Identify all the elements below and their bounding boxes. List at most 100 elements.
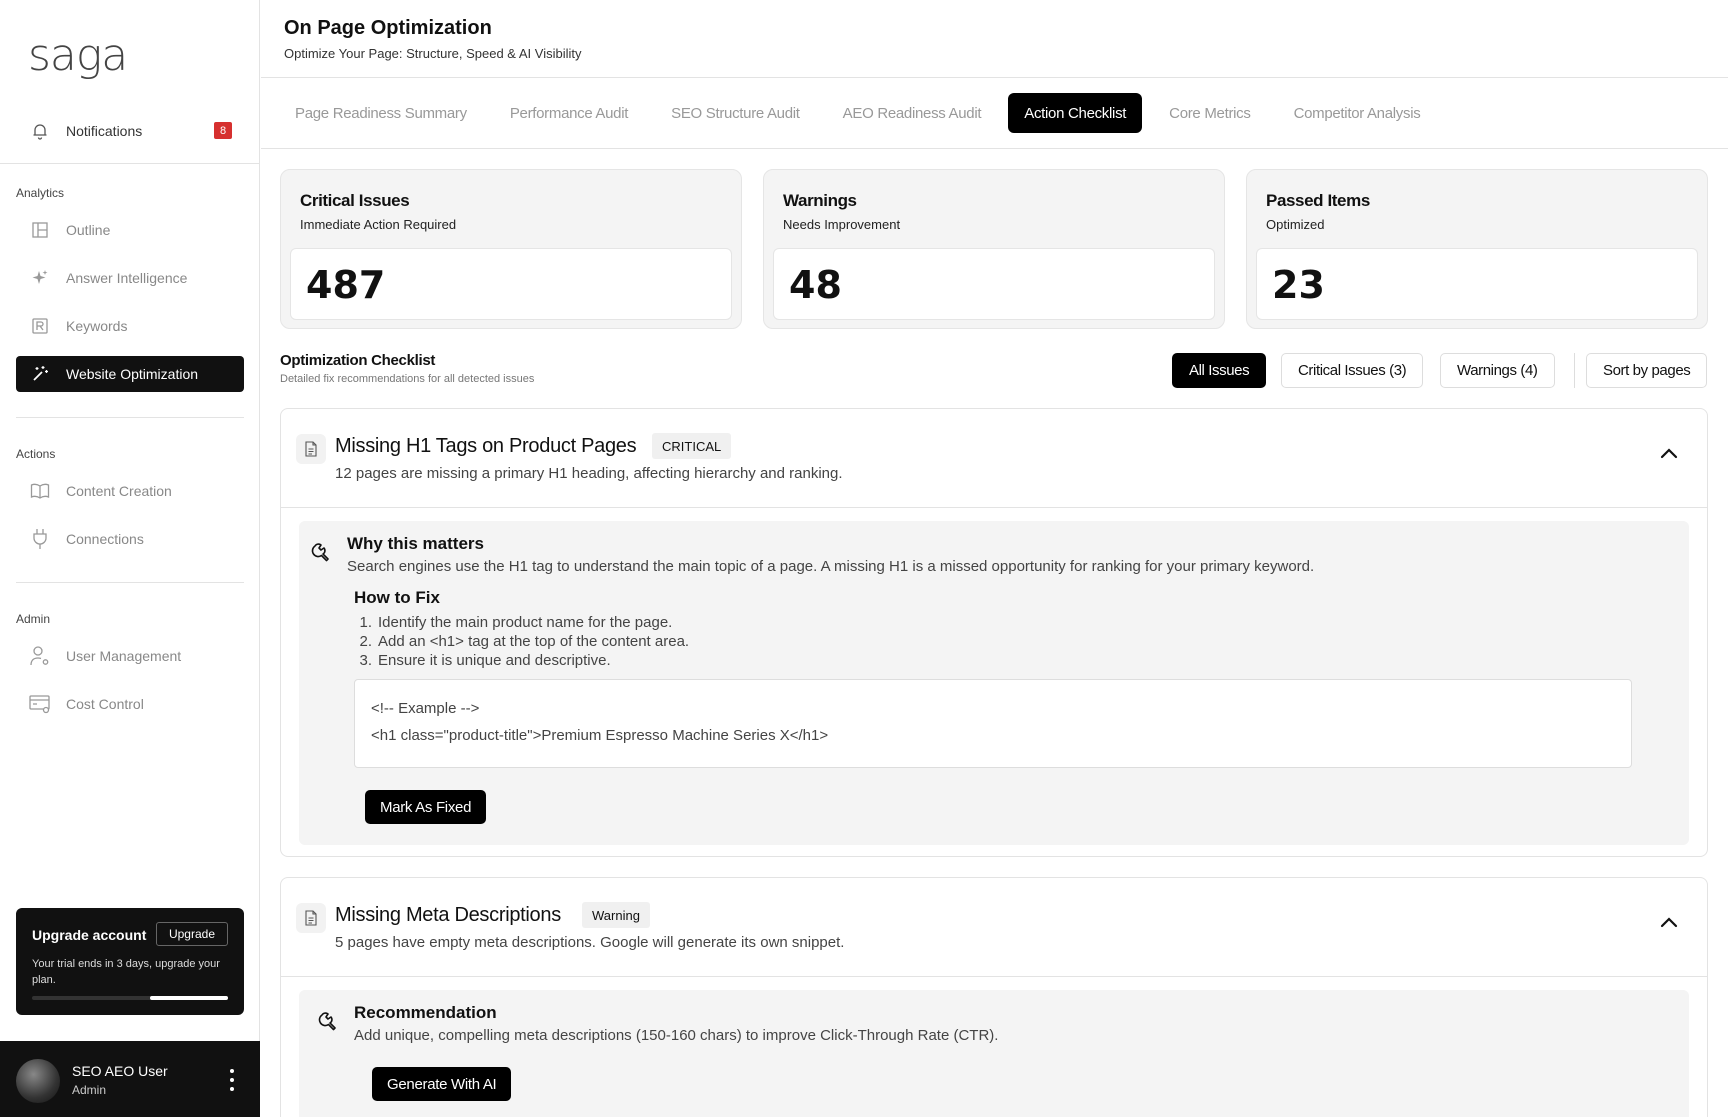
stat-card-passed: Passed Items Optimized 23 <box>1246 169 1708 329</box>
stat-subtitle: Optimized <box>1266 217 1325 232</box>
chevron-up-icon[interactable] <box>1659 912 1679 932</box>
code-example: <!-- Example --> <h1 class="product-titl… <box>354 679 1632 768</box>
sidebar-item-content-creation[interactable]: Content Creation <box>16 473 244 509</box>
mark-as-fixed-button[interactable]: Mark As Fixed <box>365 790 487 824</box>
stat-title: Critical Issues <box>300 191 410 210</box>
document-icon <box>296 434 326 464</box>
stat-value-box: 23 <box>1256 248 1698 320</box>
wrench-icon <box>318 1012 336 1031</box>
sidebar-item-label: User Management <box>66 648 182 664</box>
severity-badge: CRITICAL <box>652 433 732 459</box>
issue-details: Why this matters Search engines use the … <box>299 521 1689 845</box>
stat-title: Warnings <box>783 191 857 210</box>
saga-logo[interactable]: saga <box>28 30 128 81</box>
sidebar-item-website-optimization[interactable]: Website Optimization <box>16 356 244 392</box>
sidebar-item-label: Keywords <box>66 318 128 334</box>
sparkle-icon <box>28 266 52 290</box>
why-title: Why this matters <box>347 534 484 553</box>
sidebar-item-user-management[interactable]: User Management <box>16 638 244 674</box>
checklist-subtitle: Detailed fix recommendations for all det… <box>280 373 535 385</box>
section-label-analytics: Analytics <box>16 186 65 200</box>
user-role: Admin <box>72 1083 107 1097</box>
chevron-up-icon[interactable] <box>1659 443 1679 463</box>
sidebar: saga Notifications 8 Analytics Outline A… <box>0 0 260 1117</box>
how-to-fix-title: How to Fix <box>354 588 440 607</box>
recommendation-text: Add unique, compelling meta descriptions… <box>354 1027 999 1044</box>
stat-value-box: 487 <box>290 248 732 320</box>
sidebar-item-cost-control[interactable]: Cost Control <box>16 686 244 722</box>
wrench-icon <box>311 543 329 562</box>
user-settings-icon <box>28 644 52 668</box>
checklist-title: Optimization Checklist <box>280 352 436 369</box>
stat-title: Passed Items <box>1266 191 1370 210</box>
tab-seo-structure-audit[interactable]: SEO Structure Audit <box>655 93 816 133</box>
sort-by-pages-button[interactable]: Sort by pages <box>1586 353 1708 388</box>
fix-step: 2. Add an <h1> tag at the top of the cont… <box>359 633 690 650</box>
tab-competitor-analysis[interactable]: Competitor Analysis <box>1278 93 1437 133</box>
stat-subtitle: Needs Improvement <box>783 217 901 232</box>
tab-page-readiness-summary[interactable]: Page Readiness Summary <box>279 93 483 133</box>
tab-performance-audit[interactable]: Performance Audit <box>494 93 644 133</box>
sidebar-item-label: Outline <box>66 222 111 238</box>
layout-icon <box>28 218 52 242</box>
keyword-icon <box>28 314 52 338</box>
sidebar-item-answer-intelligence[interactable]: Answer Intelligence <box>16 260 244 296</box>
user-profile-bar: SEO AEO User Admin <box>0 1041 260 1117</box>
tab-action-checklist[interactable]: Action Checklist <box>1008 93 1143 133</box>
issue-details: Recommendation Add unique, compelling me… <box>299 990 1689 1117</box>
trial-progress-fill <box>149 996 228 1000</box>
sidebar-item-label: Connections <box>66 531 144 547</box>
sidebar-item-outline[interactable]: Outline <box>16 212 244 248</box>
fix-steps: 1. Identify the main product name for the… <box>354 613 689 670</box>
issue-title: Missing Meta Descriptions <box>335 904 561 926</box>
issue-description: 5 pages have empty meta descriptions. Go… <box>335 934 845 951</box>
notifications-item[interactable]: Notifications 8 <box>16 115 244 147</box>
book-icon <box>28 479 52 503</box>
header-divider <box>261 77 1728 78</box>
fix-step: 3. Ensure it is unique and descriptive. <box>359 652 611 669</box>
notifications-label: Notifications <box>66 123 143 139</box>
code-line: <!-- Example --> <box>371 700 480 717</box>
sidebar-item-connections[interactable]: Connections <box>16 521 244 557</box>
sidebar-item-keywords[interactable]: Keywords <box>16 308 244 344</box>
tabs-divider <box>261 148 1728 149</box>
trial-progress-bar <box>32 996 228 1000</box>
more-vertical-icon[interactable] <box>224 1069 240 1091</box>
filter-separator <box>1574 353 1575 388</box>
page-subtitle: Optimize Your Page: Structure, Speed & A… <box>284 46 582 61</box>
sidebar-item-label: Content Creation <box>66 483 172 499</box>
stat-card-warnings: Warnings Needs Improvement 48 <box>763 169 1225 329</box>
tab-core-metrics[interactable]: Core Metrics <box>1153 93 1266 133</box>
issue-card: Missing H1 Tags on Product Pages CRITICA… <box>280 408 1708 857</box>
upgrade-button[interactable]: Upgrade <box>155 922 228 946</box>
magic-wand-icon <box>28 362 52 386</box>
filter-warnings[interactable]: Warnings (4) <box>1440 353 1555 388</box>
sidebar-item-label: Website Optimization <box>66 366 199 382</box>
sidebar-item-label: Cost Control <box>66 696 144 712</box>
issue-title: Missing H1 Tags on Product Pages <box>335 435 637 457</box>
upgrade-card: Upgrade account Upgrade Your trial ends … <box>16 908 244 1015</box>
tab-bar: Page Readiness Summary Performance Audit… <box>261 93 1436 133</box>
stat-card-critical: Critical Issues Immediate Action Require… <box>280 169 742 329</box>
filter-all-issues[interactable]: All Issues <box>1172 353 1267 388</box>
sidebar-divider <box>16 417 244 418</box>
stat-value: 487 <box>306 263 386 307</box>
why-text: Search engines use the H1 tag to underst… <box>347 558 1315 575</box>
issue-header-divider <box>281 507 1707 508</box>
severity-badge: Warning <box>582 902 650 928</box>
page-title: On Page Optimization <box>284 17 492 39</box>
sidebar-divider <box>16 582 244 583</box>
bell-icon <box>28 119 52 143</box>
filter-critical-issues[interactable]: Critical Issues (3) <box>1281 353 1424 388</box>
sidebar-item-label: Answer Intelligence <box>66 270 188 286</box>
sidebar-divider <box>0 163 260 164</box>
avatar[interactable] <box>16 1059 60 1103</box>
issue-header-divider <box>281 976 1707 977</box>
document-icon <box>296 903 326 933</box>
recommendation-title: Recommendation <box>354 1003 497 1022</box>
billing-icon <box>28 692 52 716</box>
tab-aeo-readiness-audit[interactable]: AEO Readiness Audit <box>827 93 998 133</box>
generate-with-ai-button[interactable]: Generate With AI <box>372 1067 512 1101</box>
issue-card: Missing Meta Descriptions Warning 5 page… <box>280 877 1708 1117</box>
upgrade-title: Upgrade account <box>32 927 147 943</box>
